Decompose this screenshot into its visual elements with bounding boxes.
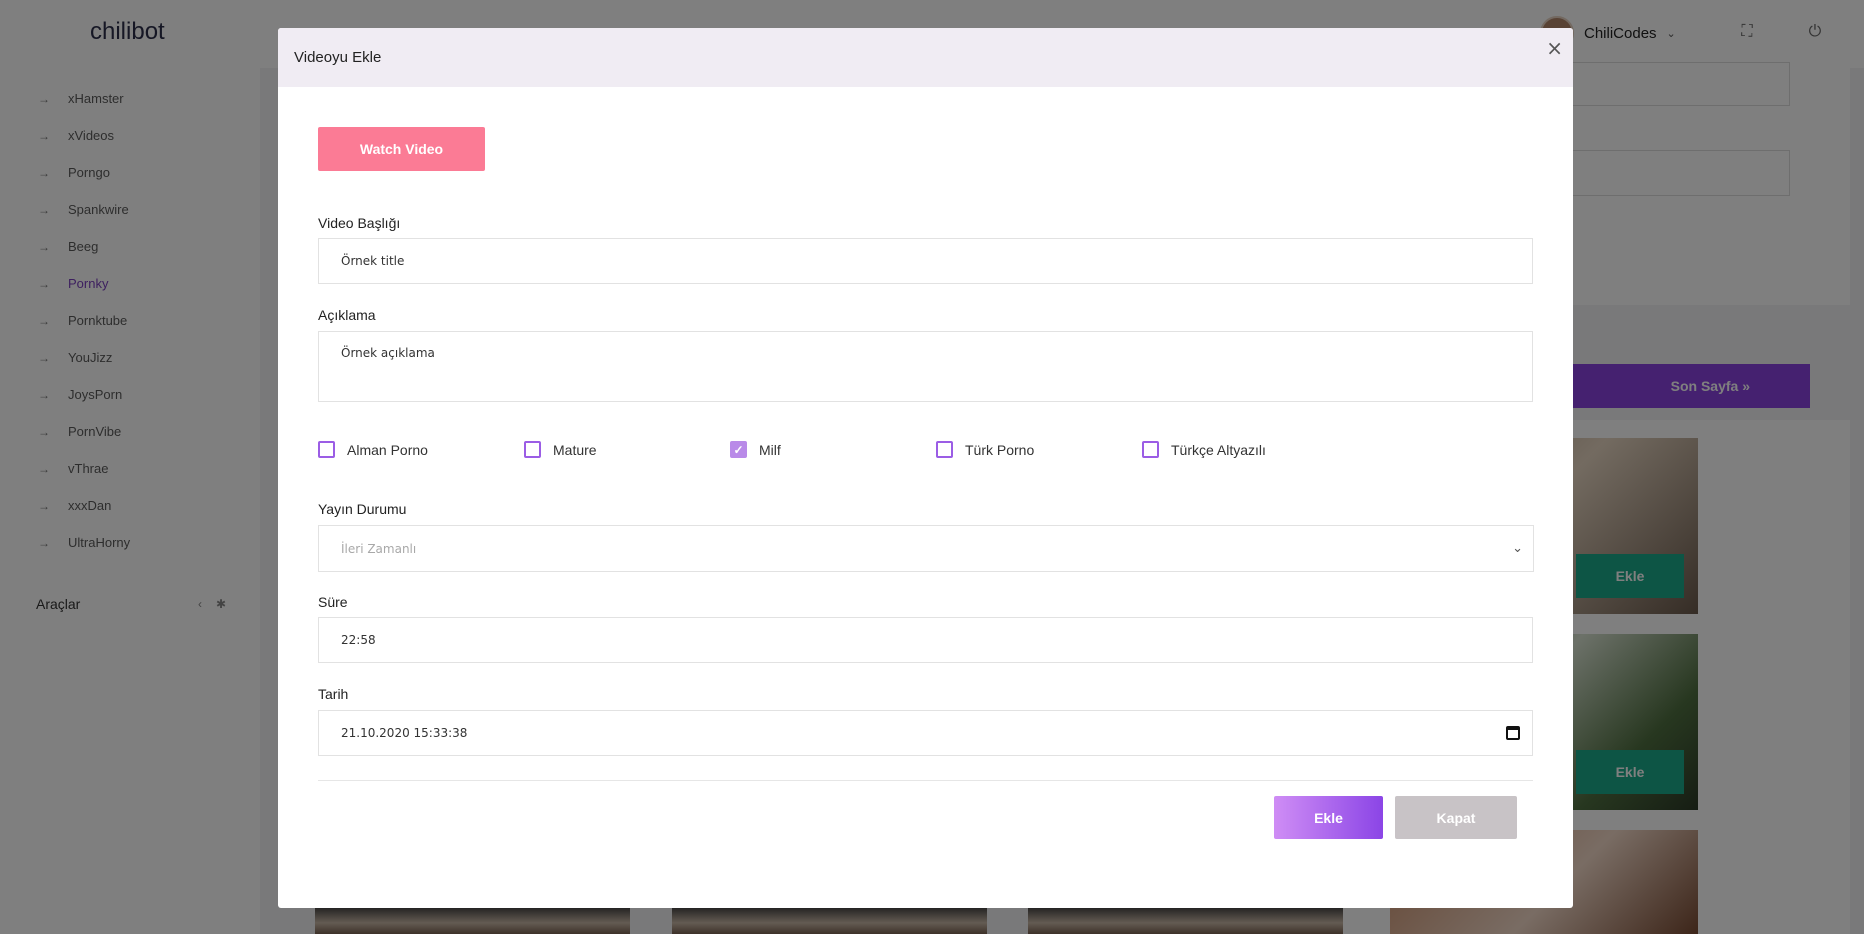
checkbox[interactable] (318, 441, 335, 458)
checkbox-label: Milf (759, 441, 781, 458)
checkbox[interactable] (524, 441, 541, 458)
category-turkce-altyazili[interactable]: Türkçe Altyazılı (1142, 441, 1266, 458)
category-mature[interactable]: Mature (524, 441, 597, 458)
checkbox-label: Türkçe Altyazılı (1171, 441, 1266, 458)
add-video-modal: Videoyu Ekle × Watch Video Video Başlığı… (278, 28, 1573, 908)
date-value: 21.10.2020 15:33:38 (341, 726, 468, 740)
footer-divider (318, 780, 1533, 781)
category-turk-porno[interactable]: Türk Porno (936, 441, 1034, 458)
close-icon[interactable]: × (1546, 38, 1563, 58)
checkbox-label: Alman Porno (347, 441, 428, 458)
video-title-label: Video Başlığı (318, 215, 401, 231)
checkbox-checked[interactable]: ✓ (730, 441, 747, 458)
status-value: İleri Zamanlı (341, 541, 417, 556)
duration-value: 22:58 (341, 633, 376, 647)
duration-label: Süre (318, 594, 348, 610)
date-label: Tarih (318, 686, 349, 702)
category-checkboxes: Alman Porno Mature ✓ Milf Türk Porno Tür… (318, 441, 1533, 465)
video-title-value: Örnek title (341, 254, 405, 268)
watch-video-button[interactable]: Watch Video (318, 127, 485, 171)
status-label: Yayın Durumu (318, 501, 407, 517)
duration-input[interactable]: 22:58 (318, 617, 1533, 663)
description-textarea[interactable]: Örnek açıklama (318, 331, 1533, 402)
checkbox[interactable] (936, 441, 953, 458)
checkbox[interactable] (1142, 441, 1159, 458)
calendar-icon[interactable] (1506, 726, 1520, 740)
category-milf[interactable]: ✓ Milf (730, 441, 781, 458)
check-icon: ✓ (733, 442, 744, 457)
checkbox-label: Türk Porno (965, 441, 1035, 458)
status-select[interactable]: İleri Zamanlı ⌄ (318, 525, 1534, 572)
category-alman-porno[interactable]: Alman Porno (318, 441, 428, 458)
date-input[interactable]: 21.10.2020 15:33:38 (318, 710, 1533, 756)
cancel-button[interactable]: Kapat (1395, 796, 1517, 839)
modal-title: Videoyu Ekle (294, 49, 382, 66)
description-label: Açıklama (318, 307, 376, 323)
checkbox-label: Mature (553, 441, 597, 458)
video-title-input[interactable]: Örnek title (318, 238, 1533, 284)
chevron-down-icon: ⌄ (1512, 541, 1523, 556)
modal-header: Videoyu Ekle × (278, 28, 1573, 87)
description-value: Örnek açıklama (341, 346, 435, 360)
submit-button[interactable]: Ekle (1274, 796, 1383, 839)
